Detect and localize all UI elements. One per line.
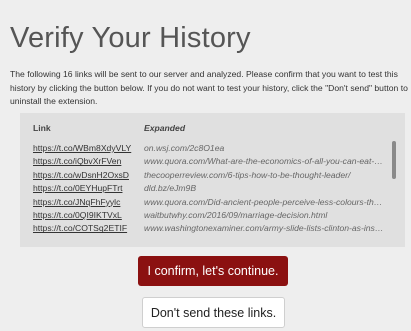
- expanded-url: www.washingtonexaminer.com/army-slide-li…: [144, 223, 384, 234]
- short-link[interactable]: https://t.co/WBm8XdyVLY: [33, 142, 137, 155]
- expanded-url: on.wsj.com/2c8O1ea: [144, 143, 225, 153]
- expanded-url: www.quora.com/What-are-the-economics-of-…: [144, 156, 384, 167]
- table-row: https://t.co/wDsnH2OxsD thecooperreview.…: [33, 169, 384, 182]
- short-link[interactable]: https://t.co/0QI9IKTVxL: [33, 209, 137, 222]
- table-header-row: Link Expanded: [33, 122, 384, 142]
- short-link[interactable]: https://t.co/wDsnH2OxsD: [33, 169, 137, 182]
- column-header-expanded: Expanded: [144, 123, 186, 133]
- table-row: https://t.co/WBm8XdyVLY on.wsj.com/2c8O1…: [33, 142, 384, 155]
- table-row: https://t.co/COTSq2ETIF www.washingtonex…: [33, 222, 384, 235]
- intro-text: The following 16 links will be sent to o…: [10, 69, 408, 106]
- short-link[interactable]: https://t.co/JNqFhFyylc: [33, 196, 137, 209]
- table-row: https://t.co/0QI9IKTVxL waitbutwhy.com/2…: [33, 209, 384, 222]
- short-link[interactable]: https://t.co/0EYHupFTrt: [33, 182, 137, 195]
- expanded-url: thecooperreview.com/6-tips-how-to-be-tho…: [144, 169, 351, 180]
- scrollbar-thumb[interactable]: [392, 141, 396, 179]
- table-row: https://t.co/0EYHupFTrt dld.bz/eJm9B: [33, 182, 384, 195]
- table-row: https://t.co/JNqFhFyylc www.quora.com/Di…: [33, 196, 384, 209]
- expanded-url: dld.bz/eJm9B: [144, 183, 197, 194]
- links-panel[interactable]: Link Expanded https://t.co/WBm8XdyVLY on…: [20, 113, 405, 247]
- verify-history-page: Verify Your History The following 16 lin…: [0, 0, 411, 331]
- expanded-url: www.quora.com/Did-ancient-people-perceiv…: [144, 196, 384, 207]
- dont-send-button[interactable]: Don't send these links.: [142, 297, 285, 328]
- confirm-button[interactable]: I confirm, let's continue.: [138, 256, 288, 286]
- page-title: Verify Your History: [10, 22, 251, 54]
- expanded-url: waitbutwhy.com/2016/09/marriage-decision…: [144, 210, 328, 221]
- short-link[interactable]: https://t.co/iQbvXrFVen: [33, 155, 137, 168]
- column-header-link: Link: [33, 123, 51, 133]
- links-table: Link Expanded https://t.co/WBm8XdyVLY on…: [33, 122, 384, 236]
- table-row: https://t.co/iQbvXrFVen www.quora.com/Wh…: [33, 155, 384, 168]
- short-link[interactable]: https://t.co/COTSq2ETIF: [33, 222, 137, 235]
